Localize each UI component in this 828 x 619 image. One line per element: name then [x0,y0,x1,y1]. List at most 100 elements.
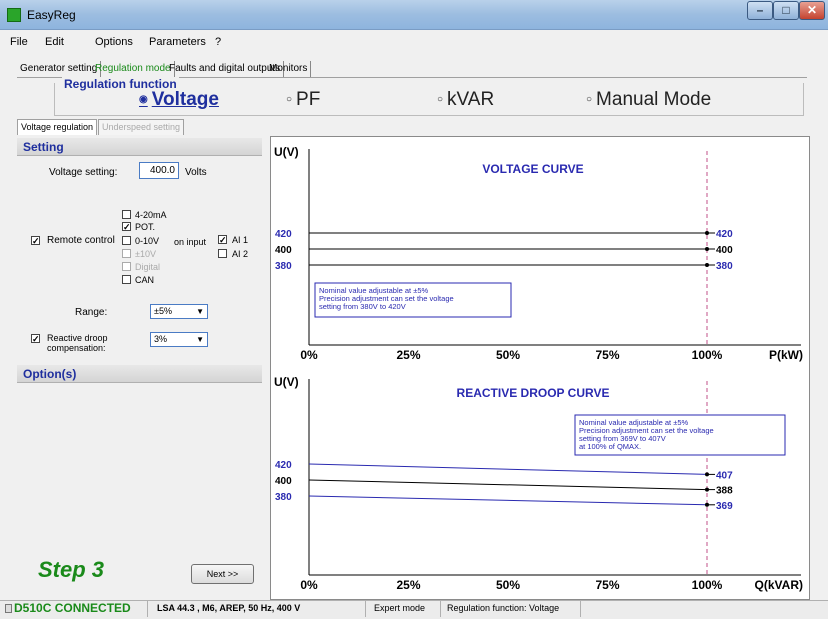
x-tick-label: 50% [496,578,520,592]
reactive-droop-checkbox[interactable]: ✓ [31,334,40,344]
y-axis-label: U(V) [274,145,299,159]
radio-kvar-label: kVAR [447,89,495,110]
x-tick-label: 25% [396,578,420,592]
label-pot: POT. [135,222,156,232]
range-select[interactable]: ±5% ▼ [150,304,208,319]
checkbox-can[interactable] [122,275,131,284]
checkbox-pm10v [122,249,131,258]
menu-help[interactable]: ? [215,36,221,48]
reactive-droop-label: Reactive droop compensation: [47,333,108,353]
y-tick-label: 420 [275,460,292,471]
status-separator [580,601,581,617]
label-0-10v: 0-10V [135,236,160,246]
annotation-text: setting from 380V to 420V [319,302,406,311]
label-pm10v: ±10V [135,249,156,259]
y-tick-label: 420 [275,229,292,240]
reactive-droop-label-line1: Reactive droop [47,333,108,343]
next-button[interactable]: Next >> [191,564,254,584]
tab-regulation-mode[interactable]: Regulation mode [92,61,175,77]
x-tick-label: 50% [496,348,520,362]
x-tick-label: 0% [300,578,318,592]
droop-select[interactable]: 3% ▼ [150,332,208,347]
x-axis-label: Q(kVAR) [755,578,803,592]
minimize-button[interactable]: – [747,1,773,20]
tab-generator-setting[interactable]: Generator setting [17,61,102,77]
y-tick-label: 380 [275,492,292,503]
window-title: EasyReg [27,8,76,22]
close-button[interactable]: ✕ [799,1,825,20]
series-end-label: 388 [716,486,733,497]
plug-icon [5,604,12,613]
menu-file[interactable]: File [10,36,28,48]
radio-pf[interactable]: ○ PF [286,89,320,111]
checkbox-ai2[interactable] [218,249,227,258]
charts-panel: U(V) VOLTAGE CURVE 0% 25% 50% 75% 100% P(kW) 420… [270,136,810,600]
checkbox-ai1[interactable]: ✓ [218,235,227,245]
series-end-label: 400 [716,245,733,256]
title-bar [0,0,828,30]
x-tick-label: 25% [396,348,420,362]
x-axis-label: P(kW) [769,348,803,362]
radio-empty-icon: ○ [437,94,444,105]
checkbox-pot[interactable]: ✓ [122,222,131,232]
radio-voltage-label: Voltage [151,89,219,110]
status-separator [147,601,148,617]
series-line [308,463,708,475]
step-label: Step 3 [38,557,105,582]
range-label: Range: [75,307,108,318]
droop-select-value: 3% [154,334,168,344]
label-digital: Digital [135,262,161,272]
radio-voltage[interactable]: ◉ Voltage [139,89,219,111]
tab-underspeed-setting[interactable]: Underspeed setting [98,119,185,135]
label-can: CAN [135,275,155,285]
tab-voltage-regulation[interactable]: Voltage regulation [17,119,98,135]
x-tick-label: 0% [300,348,318,362]
y-axis-label: U(V) [274,375,299,389]
series-line [308,495,708,506]
series-line [308,479,708,491]
remote-control-label: Remote control [47,235,115,246]
radio-empty-icon: ○ [586,94,593,105]
voltage-setting-input[interactable]: 400.0 [139,162,179,179]
voltage-unit-label: Volts [185,167,207,178]
curves-chart: U(V) VOLTAGE CURVE 0% 25% 50% 75% 100% P(kW) 420… [274,145,803,592]
series-end-label: 380 [716,261,733,272]
checkbox-4-20ma[interactable] [122,210,131,219]
tab-monitors[interactable]: Monitors [266,61,312,77]
x-tick-label: 75% [595,348,619,362]
status-separator [365,601,366,617]
checkbox-0-10v[interactable] [122,236,131,245]
settings-panel [17,136,262,588]
status-connection: D510C CONNECTED [14,601,131,615]
radio-empty-icon: ○ [286,94,293,105]
status-function: Regulation function: Voltage [447,603,560,613]
menu-edit[interactable]: Edit [45,36,64,48]
label-4-20ma: 4-20mA [135,210,167,220]
series-end-label: 369 [716,501,733,512]
menu-parameters[interactable]: Parameters [149,36,206,48]
radio-manual-mode[interactable]: ○ Manual Mode [586,89,711,111]
status-separator [440,601,441,617]
label-ai1: AI 1 [232,235,249,245]
menu-options[interactable]: Options [95,36,133,48]
radio-selected-icon: ◉ [139,94,148,105]
dropdown-arrow-icon: ▼ [196,335,204,344]
maximize-button[interactable]: □ [773,1,799,20]
x-tick-label: 100% [692,578,723,592]
radio-kvar[interactable]: ○ kVAR [437,89,494,111]
remote-control-checkbox[interactable]: ✓ [31,236,40,246]
x-tick-label: 75% [595,578,619,592]
chart-title: VOLTAGE CURVE [482,162,583,176]
series-end-label: 420 [716,229,733,240]
radio-pf-label: PF [296,89,321,110]
y-tick-label: 380 [275,261,292,272]
radio-manual-label: Manual Mode [596,89,712,110]
setting-header: Setting [17,138,262,156]
voltage-setting-label: Voltage setting: [49,167,118,178]
status-mode: Expert mode [374,603,426,613]
x-tick-label: 100% [692,348,723,362]
series-end-label: 407 [716,470,733,481]
app-icon [7,8,21,22]
options-header: Option(s) [17,365,262,383]
checkbox-digital [122,262,131,271]
